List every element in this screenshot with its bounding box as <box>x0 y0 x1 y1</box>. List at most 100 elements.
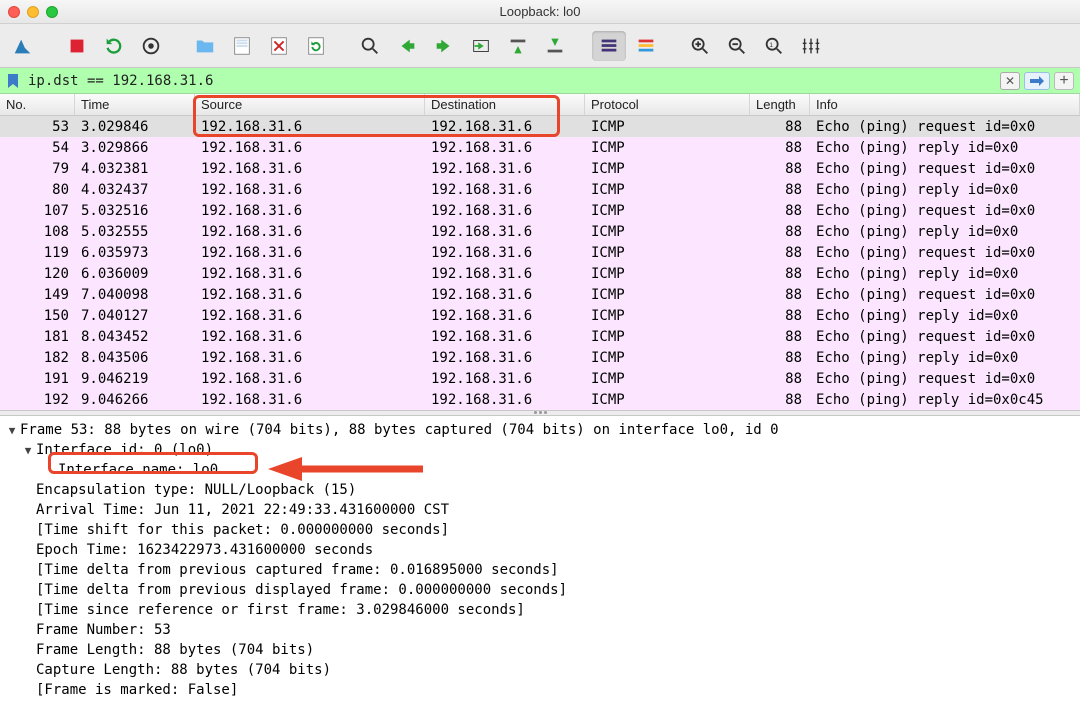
packet-row[interactable]: 1075.032516192.168.31.6192.168.31.6ICMP8… <box>0 200 1080 221</box>
packet-row[interactable]: 543.029866192.168.31.6192.168.31.6ICMP88… <box>0 137 1080 158</box>
packet-row[interactable]: 804.032437192.168.31.6192.168.31.6ICMP88… <box>0 179 1080 200</box>
save-file-button[interactable] <box>225 31 259 61</box>
detail-line[interactable]: Interface name: lo0 <box>6 460 1074 480</box>
detail-text: Frame Length: 88 bytes (704 bits) <box>36 642 314 658</box>
cell-source: 192.168.31.6 <box>195 137 425 158</box>
packet-row[interactable]: 1196.035973192.168.31.6192.168.31.6ICMP8… <box>0 242 1080 263</box>
zoom-in-button[interactable] <box>683 31 717 61</box>
col-header-length[interactable]: Length <box>750 94 810 115</box>
stop-capture-button[interactable] <box>60 31 94 61</box>
packet-row[interactable]: 1497.040098192.168.31.6192.168.31.6ICMP8… <box>0 284 1080 305</box>
detail-line[interactable]: ▼Frame 53: 88 bytes on wire (704 bits), … <box>6 420 1074 440</box>
packet-row[interactable]: 1919.046219192.168.31.6192.168.31.6ICMP8… <box>0 368 1080 389</box>
cell-length: 88 <box>750 137 810 158</box>
col-header-no[interactable]: No. <box>0 94 75 115</box>
detail-line[interactable]: ▼Interface id: 0 (lo0) <box>6 440 1074 460</box>
cell-length: 88 <box>750 158 810 179</box>
cell-length: 88 <box>750 305 810 326</box>
cell-info: Echo (ping) request id=0x0 <box>810 200 1080 221</box>
colorize-button[interactable] <box>629 31 663 61</box>
detail-line[interactable]: Frame Length: 88 bytes (704 bits) <box>6 640 1074 660</box>
cell-time: 7.040098 <box>75 284 195 305</box>
detail-line[interactable]: Arrival Time: Jun 11, 2021 22:49:33.4316… <box>6 500 1074 520</box>
packet-row[interactable]: 533.029846192.168.31.6192.168.31.6ICMP88… <box>0 116 1080 137</box>
cell-source: 192.168.31.6 <box>195 389 425 410</box>
display-filter-input[interactable] <box>28 73 1000 89</box>
cell-info: Echo (ping) request id=0x0 <box>810 368 1080 389</box>
packet-row[interactable]: 1828.043506192.168.31.6192.168.31.6ICMP8… <box>0 347 1080 368</box>
cell-protocol: ICMP <box>585 263 750 284</box>
clear-filter-button[interactable]: ✕ <box>1000 72 1020 90</box>
close-window-button[interactable] <box>8 6 20 18</box>
packet-row[interactable]: 1085.032555192.168.31.6192.168.31.6ICMP8… <box>0 221 1080 242</box>
col-header-destination[interactable]: Destination <box>425 94 585 115</box>
cell-info: Echo (ping) reply id=0x0 <box>810 305 1080 326</box>
auto-scroll-button[interactable] <box>592 31 626 61</box>
detail-text: Frame Number: 53 <box>36 622 171 638</box>
maximize-window-button[interactable] <box>46 6 58 18</box>
restart-capture-button[interactable] <box>97 31 131 61</box>
col-header-info[interactable]: Info <box>810 94 1080 115</box>
reload-file-button[interactable] <box>299 31 333 61</box>
detail-text: [Time delta from previous captured frame… <box>36 562 559 578</box>
zoom-reset-button[interactable]: 1 <box>757 31 791 61</box>
shark-fin-icon[interactable] <box>6 31 40 61</box>
resize-columns-button[interactable] <box>794 31 828 61</box>
detail-line[interactable]: [Time delta from previous displayed fram… <box>6 580 1074 600</box>
go-to-packet-button[interactable] <box>464 31 498 61</box>
cell-protocol: ICMP <box>585 347 750 368</box>
detail-line[interactable]: Encapsulation type: NULL/Loopback (15) <box>6 480 1074 500</box>
cell-no: 120 <box>0 263 75 284</box>
zoom-out-button[interactable] <box>720 31 754 61</box>
detail-line[interactable]: [Time since reference or first frame: 3.… <box>6 600 1074 620</box>
cell-source: 192.168.31.6 <box>195 305 425 326</box>
detail-line[interactable]: [Time shift for this packet: 0.000000000… <box>6 520 1074 540</box>
cell-time: 6.036009 <box>75 263 195 284</box>
col-header-time[interactable]: Time <box>75 94 195 115</box>
cell-source: 192.168.31.6 <box>195 116 425 137</box>
cell-destination: 192.168.31.6 <box>425 116 585 137</box>
detail-line[interactable]: Epoch Time: 1623422973.431600000 seconds <box>6 540 1074 560</box>
display-filter-bar: ✕ + <box>0 68 1080 94</box>
expand-triangle-icon[interactable]: ▼ <box>22 444 34 457</box>
expand-triangle-icon[interactable]: ▼ <box>6 424 18 437</box>
open-file-button[interactable] <box>188 31 222 61</box>
detail-text: Interface id: 0 (lo0) <box>36 442 213 458</box>
go-to-last-button[interactable] <box>538 31 572 61</box>
go-back-button[interactable] <box>390 31 424 61</box>
add-filter-button[interactable]: + <box>1054 72 1074 90</box>
close-file-button[interactable] <box>262 31 296 61</box>
apply-filter-button[interactable] <box>1024 72 1050 90</box>
packet-row[interactable]: 1929.046266192.168.31.6192.168.31.6ICMP8… <box>0 389 1080 410</box>
cell-source: 192.168.31.6 <box>195 284 425 305</box>
capture-options-button[interactable] <box>134 31 168 61</box>
minimize-window-button[interactable] <box>27 6 39 18</box>
cell-source: 192.168.31.6 <box>195 158 425 179</box>
col-header-source[interactable]: Source <box>195 94 425 115</box>
cell-time: 3.029866 <box>75 137 195 158</box>
packet-row[interactable]: 794.032381192.168.31.6192.168.31.6ICMP88… <box>0 158 1080 179</box>
cell-info: Echo (ping) reply id=0x0 <box>810 263 1080 284</box>
go-forward-button[interactable] <box>427 31 461 61</box>
cell-info: Echo (ping) request id=0x0 <box>810 326 1080 347</box>
packet-list[interactable]: 533.029846192.168.31.6192.168.31.6ICMP88… <box>0 116 1080 410</box>
go-to-first-button[interactable] <box>501 31 535 61</box>
col-header-protocol[interactable]: Protocol <box>585 94 750 115</box>
packet-details-pane[interactable]: ▼Frame 53: 88 bytes on wire (704 bits), … <box>0 416 1080 701</box>
detail-line[interactable]: [Frame is marked: False] <box>6 680 1074 700</box>
cell-length: 88 <box>750 221 810 242</box>
packet-row[interactable]: 1818.043452192.168.31.6192.168.31.6ICMP8… <box>0 326 1080 347</box>
packet-list-header: No. Time Source Destination Protocol Len… <box>0 94 1080 116</box>
packet-row[interactable]: 1507.040127192.168.31.6192.168.31.6ICMP8… <box>0 305 1080 326</box>
packet-row[interactable]: 1206.036009192.168.31.6192.168.31.6ICMP8… <box>0 263 1080 284</box>
detail-line[interactable]: Capture Length: 88 bytes (704 bits) <box>6 660 1074 680</box>
cell-length: 88 <box>750 242 810 263</box>
cell-no: 53 <box>0 116 75 137</box>
detail-line[interactable]: [Time delta from previous captured frame… <box>6 560 1074 580</box>
cell-protocol: ICMP <box>585 221 750 242</box>
cell-time: 9.046266 <box>75 389 195 410</box>
find-packet-button[interactable] <box>353 31 387 61</box>
bookmark-icon[interactable] <box>4 72 22 90</box>
cell-info: Echo (ping) request id=0x0 <box>810 242 1080 263</box>
detail-line[interactable]: Frame Number: 53 <box>6 620 1074 640</box>
